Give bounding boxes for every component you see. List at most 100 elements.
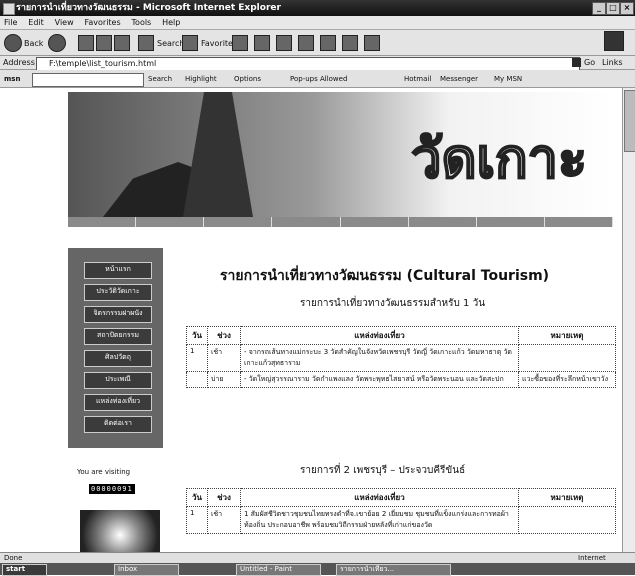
menu-bar: File Edit View Favorites Tools Help xyxy=(0,16,635,30)
home-icon xyxy=(114,35,130,51)
favorites-star-icon xyxy=(182,35,198,51)
back-arrow-icon xyxy=(4,34,22,52)
close-button[interactable]: × xyxy=(620,2,634,15)
table-row: 1 เช้า - จากรถเส้นทางแม่กระบะ 3 วัดสำคัญ… xyxy=(186,344,616,372)
popups-button[interactable]: Pop-ups Allowed xyxy=(290,70,347,88)
sidebar-item-contact[interactable]: ติดต่อเรา xyxy=(84,416,152,433)
discuss-button[interactable] xyxy=(342,34,361,52)
scroll-thumb[interactable] xyxy=(624,90,635,152)
standard-toolbar: Back Search Favorites xyxy=(0,30,635,56)
vertical-scrollbar[interactable] xyxy=(622,88,635,558)
media-button[interactable] xyxy=(232,34,251,52)
page-title: รายการนำเที่ยวทางวัฒนธรรม (Cultural Tour… xyxy=(220,268,550,284)
address-label: Address xyxy=(3,58,35,67)
back-button[interactable]: Back xyxy=(4,34,43,52)
home-button[interactable] xyxy=(114,34,133,52)
hotmail-link[interactable]: Hotmail xyxy=(404,70,431,88)
cell-place: - จากรถเส้นทางแม่กระบะ 3 วัดสำคัญในจังหว… xyxy=(240,344,519,372)
msn-search-button[interactable]: Search xyxy=(148,70,172,88)
top-nav-item[interactable] xyxy=(272,217,341,227)
msn-logo: msn xyxy=(4,75,21,83)
cell-day: 1 xyxy=(186,506,208,534)
messenger-link[interactable]: Messenger xyxy=(440,70,478,88)
decorative-image xyxy=(80,510,160,552)
messenger-button[interactable] xyxy=(364,34,383,52)
sidebar-item-tourism[interactable]: แหล่งท่องเที่ยว xyxy=(84,394,152,411)
top-nav-item[interactable] xyxy=(204,217,273,227)
menu-file[interactable]: File xyxy=(0,16,21,30)
cell-note xyxy=(518,344,616,372)
search-icon xyxy=(138,35,154,51)
messenger-icon xyxy=(364,35,380,51)
search-button[interactable]: Search xyxy=(138,34,184,52)
temple-tower xyxy=(183,92,253,217)
maximize-button[interactable]: □ xyxy=(606,2,620,15)
address-bar: Address F:\temple\list_tourism.html Go L… xyxy=(0,56,635,71)
top-nav-item[interactable] xyxy=(68,217,137,227)
col-note-header: หมายเหตุ xyxy=(518,488,616,507)
taskbar-item[interactable]: Untitled - Paint xyxy=(236,564,321,576)
table-row: 1 เช้า 1 สัมผัสชีวิตชาวชุมชนไทยทรงดำที่จ… xyxy=(186,506,616,534)
menu-favorites[interactable]: Favorites xyxy=(81,16,125,30)
site-banner: วัดเกาะ xyxy=(68,92,613,217)
stop-icon xyxy=(78,35,94,51)
cell-place: - วัดใหญ่สุวรรณาราม วัดกำแพงแลง วัดพระพุ… xyxy=(240,371,519,388)
counter-value: 00000091 xyxy=(89,484,135,494)
sidebar-item-home[interactable]: หน้าแรก xyxy=(84,262,152,279)
forward-arrow-icon xyxy=(48,34,66,52)
banner-title: วัดเกาะ xyxy=(410,126,588,190)
cell-time: บ่าย xyxy=(207,371,241,388)
col-time-header: ช่วง xyxy=(207,488,241,507)
col-note-header: หมายเหตุ xyxy=(518,326,616,345)
col-place-header: แหล่งท่องเที่ยว xyxy=(240,326,519,345)
favorites-button[interactable]: Favorites xyxy=(182,34,237,52)
history-button[interactable] xyxy=(254,34,273,52)
window-title: รายการนำเที่ยวทางวัฒนธรรม - Microsoft In… xyxy=(16,3,281,13)
address-input[interactable]: F:\temple\list_tourism.html xyxy=(36,57,580,71)
sidebar-menu: หน้าแรก ประวัติวัดเกาะ จิตรกรรมฝาผนัง สถ… xyxy=(68,248,163,448)
refresh-button[interactable] xyxy=(96,34,115,52)
my-msn-link[interactable]: My MSN xyxy=(494,70,522,88)
top-nav-item[interactable] xyxy=(476,217,545,227)
msn-search-input[interactable] xyxy=(32,73,144,87)
top-nav-item[interactable] xyxy=(136,217,205,227)
taskbar-item[interactable]: รายการนำเที่ยว... xyxy=(336,564,451,576)
sidebar-item-murals[interactable]: จิตรกรรมฝาผนัง xyxy=(84,306,152,323)
taskbar-item[interactable]: Inbox xyxy=(114,564,179,576)
cell-day: 1 xyxy=(186,344,208,372)
menu-tools[interactable]: Tools xyxy=(128,16,156,30)
col-day-header: วัน xyxy=(186,326,208,345)
print-icon xyxy=(298,35,314,51)
cell-place: 1 สัมผัสชีวิตชาวชุมชนไทยทรงดำที่จ.เขาย้อ… xyxy=(240,506,519,534)
top-nav-item[interactable] xyxy=(544,217,613,227)
sidebar-item-tradition[interactable]: ประเพณี xyxy=(84,372,152,389)
options-button[interactable]: Options xyxy=(234,70,261,88)
table1-caption: รายการนำเที่ยวทางวัฒนธรรมสำหรับ 1 วัน xyxy=(300,298,486,309)
itinerary-table-1: วัน ช่วง แหล่งท่องเที่ยว หมายเหตุ 1 เช้า… xyxy=(186,326,616,388)
menu-edit[interactable]: Edit xyxy=(24,16,48,30)
top-nav-item[interactable] xyxy=(340,217,409,227)
links-label[interactable]: Links xyxy=(602,56,623,70)
go-button[interactable]: Go xyxy=(584,56,595,70)
menu-view[interactable]: View xyxy=(51,16,78,30)
mail-button[interactable] xyxy=(276,34,295,52)
top-nav-item[interactable] xyxy=(408,217,477,227)
minimize-button[interactable]: _ xyxy=(592,2,606,15)
edit-button[interactable] xyxy=(320,34,339,52)
sidebar-item-artifacts[interactable]: ศิลปวัตถุ xyxy=(84,350,152,367)
sidebar-item-architecture[interactable]: สถาปัตยกรรม xyxy=(84,328,152,345)
visitor-counter: You are visiting 00000091 xyxy=(77,468,157,502)
sidebar-item-history[interactable]: ประวัติวัดเกาะ xyxy=(84,284,152,301)
highlight-button[interactable]: Highlight xyxy=(185,70,217,88)
msn-toolbar: msn Search Highlight Options Pop-ups All… xyxy=(0,70,635,88)
start-button[interactable]: start xyxy=(2,564,47,576)
col-time-header: ช่วง xyxy=(207,326,241,345)
table-row: บ่าย - วัดใหญ่สุวรรณาราม วัดกำแพงแลง วัด… xyxy=(186,371,616,388)
menu-help[interactable]: Help xyxy=(158,16,184,30)
forward-button[interactable] xyxy=(48,34,68,52)
media-icon xyxy=(232,35,248,51)
print-button[interactable] xyxy=(298,34,317,52)
cell-time: เช้า xyxy=(207,344,241,372)
ie-logo-icon xyxy=(604,31,627,51)
stop-button[interactable] xyxy=(78,34,97,52)
